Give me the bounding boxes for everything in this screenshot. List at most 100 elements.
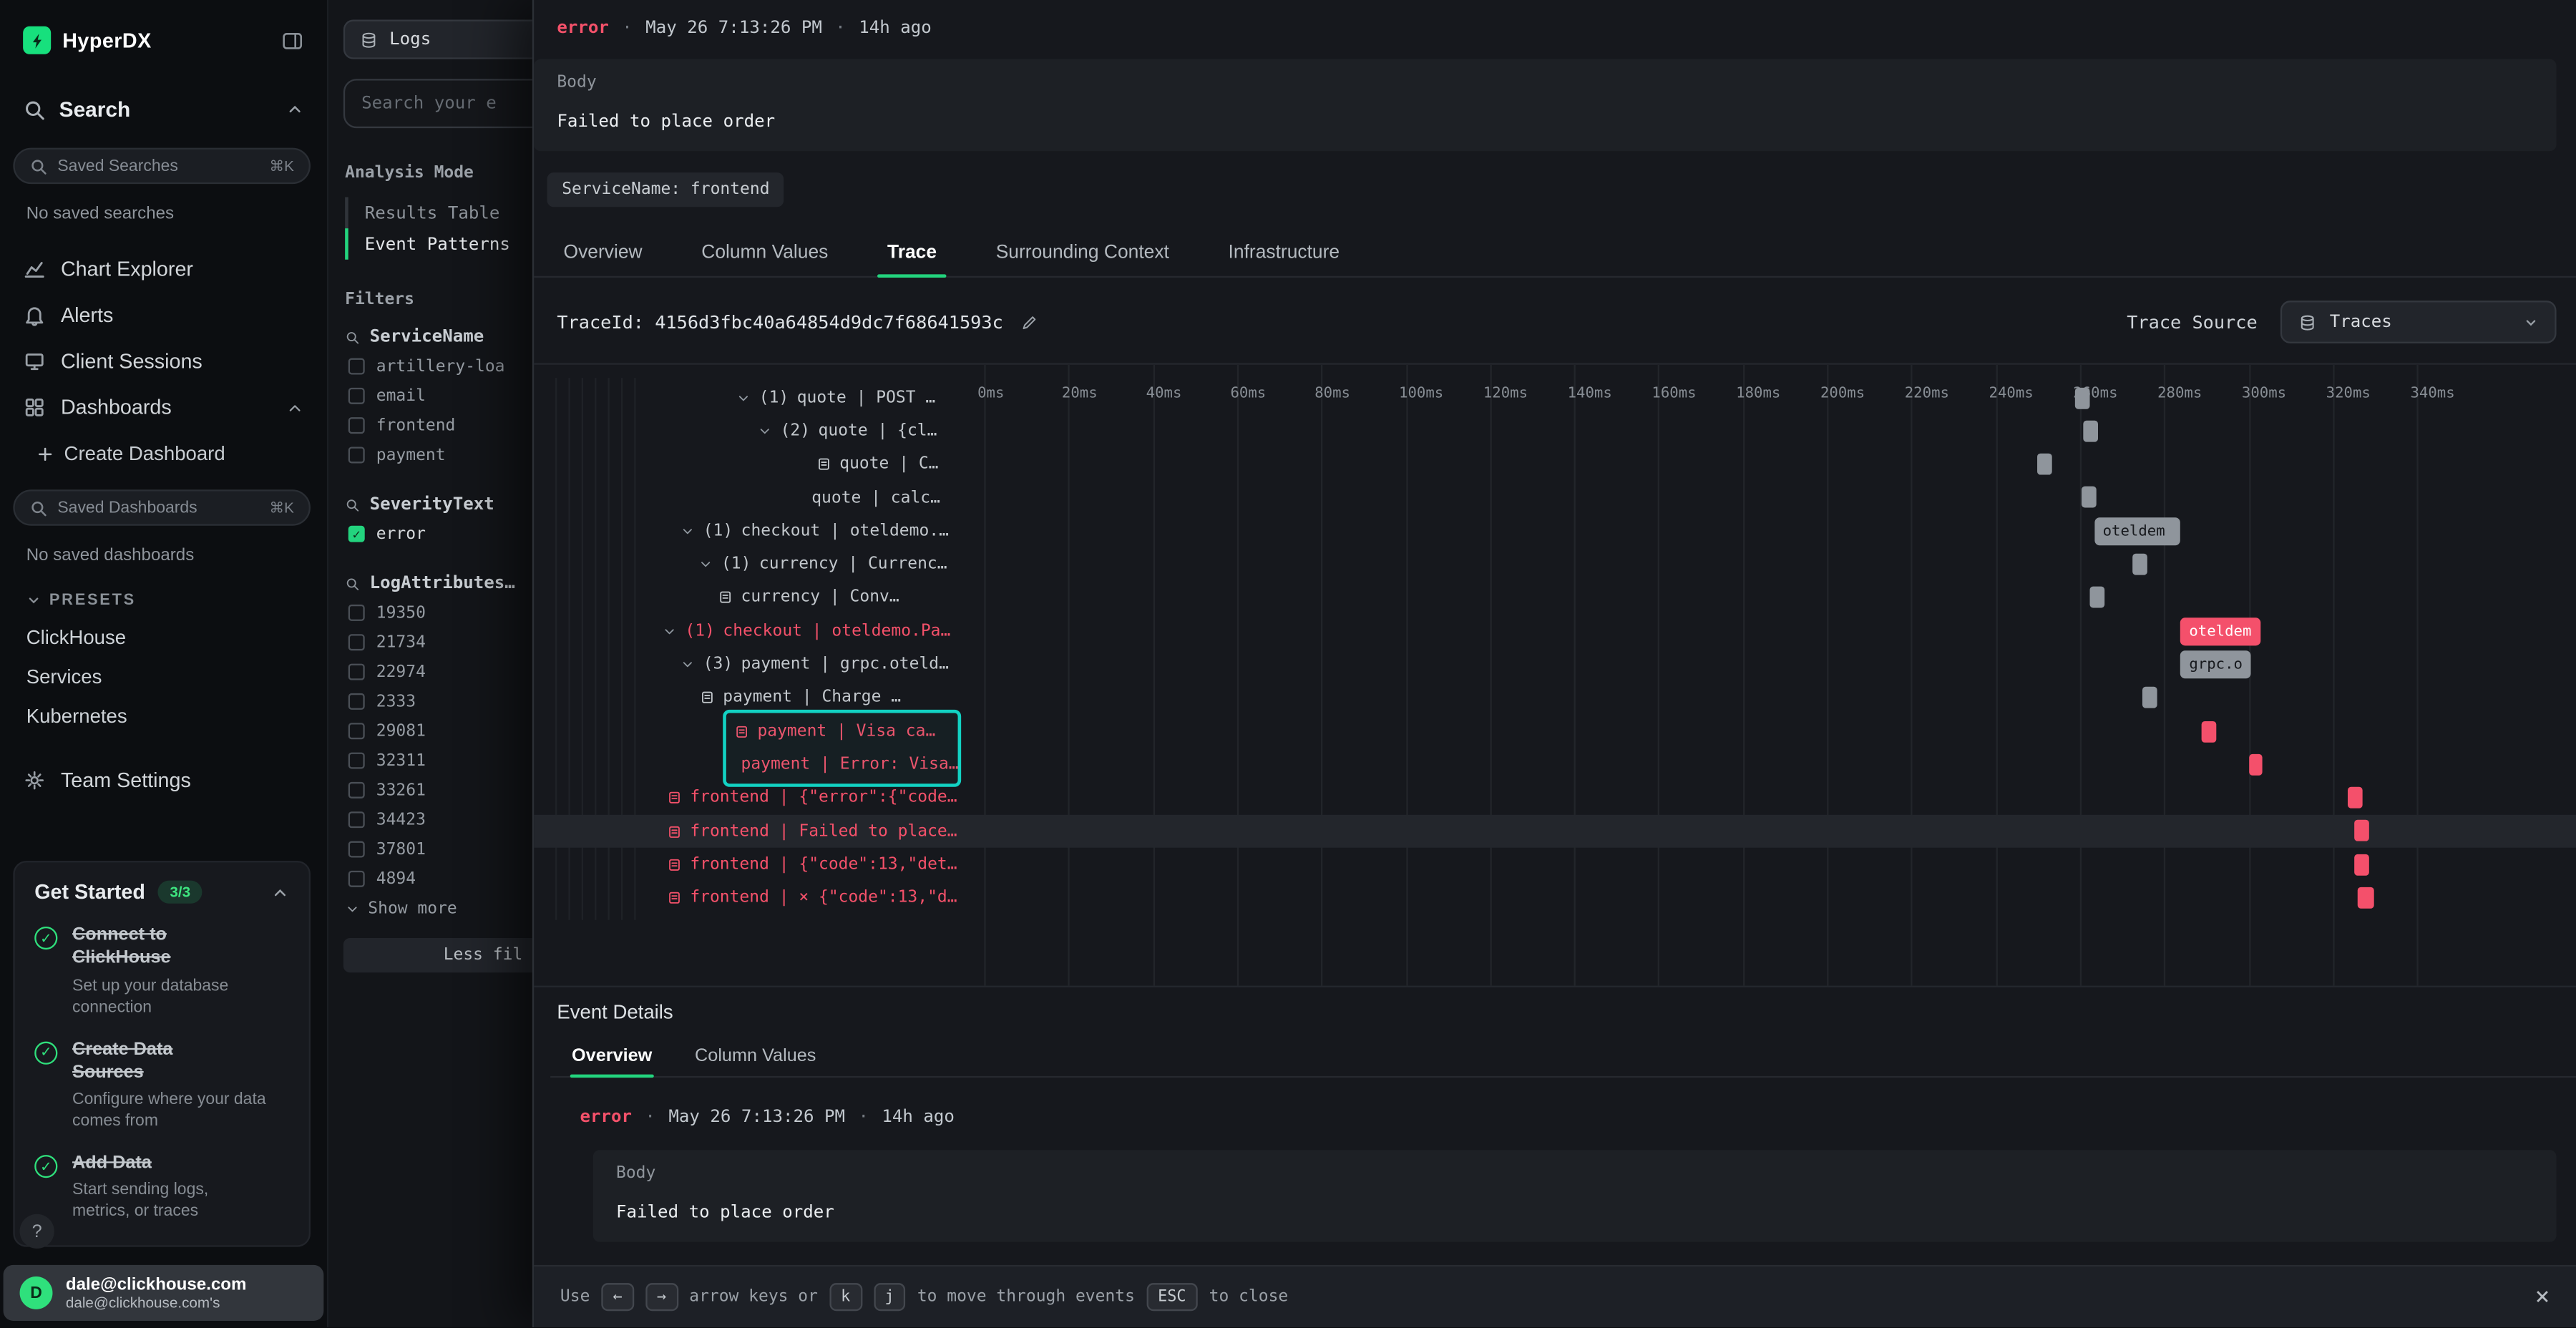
span-duration-bar[interactable] — [2132, 554, 2147, 575]
checkbox[interactable] — [348, 753, 365, 769]
checkbox[interactable] — [348, 723, 365, 739]
waterfall-row[interactable]: currency | Conv… — [534, 581, 2576, 615]
span-duration-bar[interactable] — [2353, 854, 2368, 875]
user-menu[interactable]: D dale@clickhouse.com dale@clickhouse.co… — [4, 1265, 324, 1321]
k-key[interactable]: k — [829, 1283, 862, 1312]
checkbox[interactable] — [348, 693, 365, 710]
presets-header[interactable]: PRESETS — [0, 572, 327, 617]
span-duration-bar[interactable] — [2082, 487, 2097, 509]
tab-overview[interactable]: Overview — [550, 1035, 673, 1075]
get-started-item-create-data-sources[interactable]: ✓Create Data SourcesConfigure where your… — [34, 1038, 289, 1132]
j-key[interactable]: j — [873, 1283, 905, 1312]
tab-surrounding-context[interactable]: Surrounding Context — [966, 230, 1199, 275]
waterfall-row[interactable]: frontend | {"error":{"code… — [534, 781, 2576, 815]
chevron-down-icon[interactable] — [698, 557, 713, 572]
preset-clickhouse[interactable]: ClickHouse — [0, 617, 327, 657]
chevron-down-icon[interactable] — [757, 424, 772, 439]
span-duration-bar[interactable] — [2084, 420, 2099, 441]
chevron-down-icon[interactable] — [680, 657, 696, 672]
log-event-icon — [667, 824, 682, 839]
left-arrow-key[interactable]: ← — [601, 1283, 633, 1312]
waterfall-row[interactable]: (1)currency | Currenc… — [534, 548, 2576, 582]
tab-infrastructure[interactable]: Infrastructure — [1199, 230, 1369, 275]
close-icon[interactable]: × — [2535, 1284, 2550, 1309]
preset-kubernetes[interactable]: Kubernetes — [0, 697, 327, 736]
span-text: payment | grpc.oteld… — [741, 655, 949, 673]
edit-pencil-icon[interactable] — [1020, 313, 1038, 331]
waterfall-row[interactable]: frontend | Failed to place… — [534, 815, 2576, 849]
create-dashboard-button[interactable]: Create Dashboard — [0, 431, 327, 477]
waterfall-row[interactable]: (2)quote | {cl… — [534, 414, 2576, 448]
waterfall-row[interactable]: (3)payment | grpc.oteld… — [534, 648, 2576, 682]
sidebar-nav: Chart ExplorerAlertsClient SessionsDashb… — [0, 246, 327, 430]
get-started-item-connect-to-clickhouse[interactable]: ✓Connect to ClickHouseSet up your databa… — [34, 923, 289, 1017]
saved-dashboards-input[interactable]: Saved Dashboards ⌘K — [13, 489, 311, 526]
get-started-header[interactable]: Get Started 3/3 — [34, 881, 289, 904]
waterfall-row[interactable]: frontend | × {"code":13,"d… — [534, 882, 2576, 915]
checkbox[interactable] — [348, 605, 365, 621]
span-duration-bar[interactable] — [2038, 454, 2053, 475]
tab-column-values[interactable]: Column Values — [673, 1035, 837, 1075]
tab-column-values[interactable]: Column Values — [672, 230, 858, 275]
facet-option-label: 19350 — [376, 604, 426, 622]
sidebar-item-dashboards[interactable]: Dashboards — [0, 384, 327, 430]
chevron-down-icon[interactable] — [736, 391, 751, 406]
span-label: quote | C… — [816, 448, 938, 482]
get-started-item-add-data[interactable]: ✓Add DataStart sending logs, metrics, or… — [34, 1152, 289, 1223]
service-name-tag[interactable]: ServiceName: frontend — [547, 172, 785, 207]
checkbox[interactable] — [348, 447, 365, 464]
checkbox[interactable] — [348, 811, 365, 828]
saved-searches-input[interactable]: Saved Searches ⌘K — [13, 148, 311, 185]
sidebar-item-alerts[interactable]: Alerts — [0, 293, 327, 338]
waterfall-row[interactable]: quote | C… — [534, 448, 2576, 482]
sidebar-item-chart-explorer[interactable]: Chart Explorer — [0, 246, 327, 292]
sidebar: HyperDX Search Saved Searches ⌘K No save… — [0, 0, 328, 1327]
checkbox[interactable]: ✓ — [348, 526, 365, 542]
source-select-label: Logs — [389, 29, 431, 49]
checkbox[interactable] — [348, 388, 365, 404]
waterfall-row[interactable]: (1)quote | POST … — [534, 381, 2576, 415]
span-duration-bar[interactable] — [2143, 687, 2158, 708]
waterfall-row[interactable]: (1)checkout | oteldemo.… — [534, 514, 2576, 548]
esc-key[interactable]: ESC — [1146, 1283, 1198, 1312]
no-saved-searches-text: No saved searches — [0, 184, 327, 230]
checkbox[interactable] — [348, 841, 365, 858]
team-settings-button[interactable]: Team Settings — [0, 769, 327, 792]
chevron-down-icon[interactable] — [662, 624, 677, 639]
analysis-mode-event-patterns[interactable]: Event Patterns — [345, 228, 510, 260]
span-duration-bar[interactable] — [2358, 887, 2375, 909]
chevron-down-icon[interactable] — [680, 524, 696, 539]
checkbox[interactable] — [348, 634, 365, 650]
checkbox[interactable] — [348, 782, 365, 799]
sidebar-item-client-sessions[interactable]: Client Sessions — [0, 338, 327, 384]
checkbox[interactable] — [348, 417, 365, 434]
span-duration-bar[interactable] — [2248, 753, 2263, 775]
checkbox[interactable] — [348, 358, 365, 375]
trace-source-select[interactable]: Traces — [2280, 301, 2557, 343]
preset-services[interactable]: Services — [0, 657, 327, 696]
tab-overview[interactable]: Overview — [534, 230, 672, 275]
checkbox[interactable] — [348, 664, 365, 680]
waterfall-row[interactable]: (1)checkout | oteldemo.Pa… — [534, 615, 2576, 648]
get-started-title: Get Started — [34, 881, 145, 904]
span-duration-bar[interactable] — [2353, 821, 2368, 842]
tab-trace[interactable]: Trace — [858, 230, 967, 275]
sidebar-section-search[interactable]: Search — [0, 74, 327, 135]
analysis-mode-results-table[interactable]: Results Table — [345, 197, 510, 229]
help-button[interactable]: ? — [20, 1214, 54, 1249]
span-duration-bar[interactable] — [2076, 387, 2091, 409]
right-arrow-key[interactable]: → — [645, 1283, 678, 1312]
span-text: quote | C… — [839, 456, 938, 474]
log-event-icon — [667, 857, 682, 872]
checkbox[interactable] — [348, 871, 365, 887]
span-duration-bar[interactable]: grpc.o — [2181, 651, 2251, 679]
waterfall-row[interactable]: frontend | {"code":13,"det… — [534, 848, 2576, 882]
span-duration-bar[interactable] — [2090, 587, 2105, 608]
log-event-icon — [700, 690, 715, 706]
span-duration-bar[interactable]: oteldem — [2094, 518, 2181, 546]
sidebar-collapse-icon[interactable] — [281, 29, 304, 52]
span-duration-bar[interactable]: oteldem — [2181, 618, 2261, 646]
span-duration-bar[interactable] — [2202, 721, 2217, 742]
waterfall-row[interactable]: quote | calc… — [534, 481, 2576, 514]
span-duration-bar[interactable] — [2347, 787, 2362, 809]
